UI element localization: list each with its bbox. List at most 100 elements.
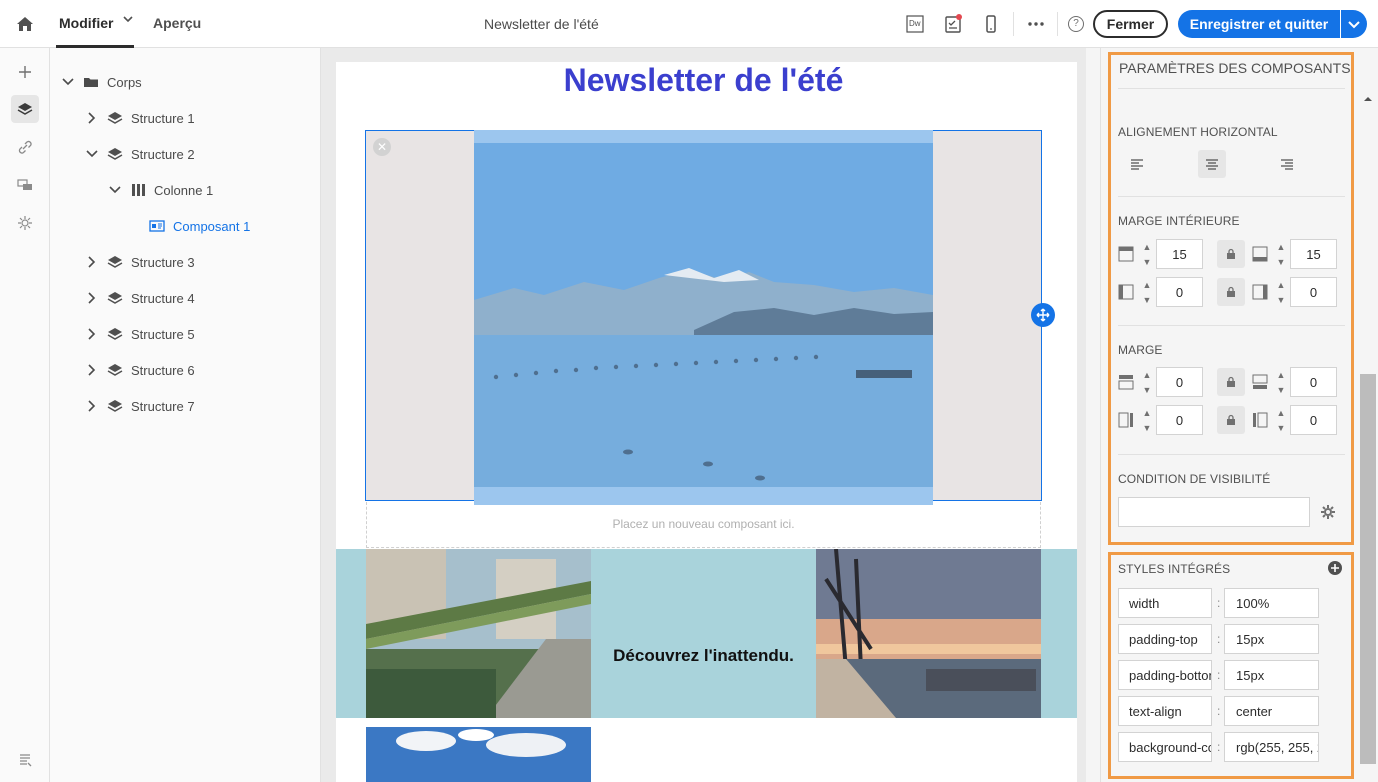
chevron-down-icon[interactable] — [85, 147, 99, 161]
mobile-preview-icon[interactable] — [980, 13, 1002, 35]
style-value-input[interactable] — [1224, 732, 1319, 762]
panel-scrollbar[interactable] — [1359, 48, 1377, 782]
home-icon[interactable] — [14, 13, 36, 35]
properties-panel: PARAMÈTRES DES COMPOSANTS ALIGNEMENT HOR… — [1100, 48, 1378, 782]
margin-right-stepper[interactable]: ▲ ▼ — [1272, 405, 1290, 435]
chevron-right-icon[interactable] — [85, 255, 99, 269]
style-key-input[interactable] — [1118, 732, 1212, 762]
tree-item-structure-1[interactable]: Structure 1 — [85, 108, 195, 128]
margin-left-stepper[interactable]: ▲ ▼ — [1138, 405, 1156, 435]
margin-right-input[interactable] — [1290, 405, 1337, 435]
lock-icon[interactable] — [1217, 278, 1245, 306]
padding-top-stepper[interactable]: ▲ ▼ — [1138, 239, 1156, 269]
style-key-input[interactable] — [1118, 660, 1212, 690]
chevron-down-icon[interactable] — [61, 75, 75, 89]
band-headline[interactable]: Découvrez l'inattendu. — [591, 549, 816, 718]
toolbar-divider — [1057, 12, 1058, 36]
chevron-right-icon[interactable] — [85, 363, 99, 377]
save-and-quit-button[interactable]: Enregistrer et quitter — [1178, 10, 1340, 38]
padding-left-input[interactable] — [1156, 277, 1203, 307]
margin-left-input[interactable] — [1156, 405, 1203, 435]
tree-item-component-1[interactable]: Composant 1 — [149, 216, 250, 236]
padding-left-icon — [1118, 284, 1134, 300]
style-key-input[interactable] — [1118, 624, 1212, 654]
add-icon[interactable] — [11, 58, 39, 86]
align-center-icon[interactable] — [1198, 150, 1226, 178]
left-rail — [0, 48, 50, 782]
margin-right-field: ▲ ▼ — [1252, 405, 1337, 435]
tree-item-column-1[interactable]: Colonne 1 — [108, 180, 213, 200]
margin-bottom-stepper[interactable]: ▲ ▼ — [1272, 367, 1290, 397]
tab-edit[interactable]: Modifier — [59, 15, 113, 31]
lock-icon[interactable] — [1217, 406, 1245, 434]
canal-sunset-image[interactable] — [816, 549, 1041, 718]
chevron-right-icon[interactable] — [85, 327, 99, 341]
dreamweaver-icon[interactable]: Dw — [904, 13, 926, 35]
padding-bottom-input[interactable] — [1290, 239, 1337, 269]
chevron-right-icon[interactable] — [85, 291, 99, 305]
tree-item-structure-7[interactable]: Structure 7 — [85, 396, 195, 416]
padding-bottom-stepper[interactable]: ▲ ▼ — [1272, 239, 1290, 269]
horizontal-alignment-label: ALIGNEMENT HORIZONTAL — [1118, 125, 1278, 139]
padding-right-icon — [1252, 284, 1268, 300]
style-value-input[interactable] — [1224, 624, 1319, 654]
padding-left-stepper[interactable]: ▲ ▼ — [1138, 277, 1156, 307]
padding-right-input[interactable] — [1290, 277, 1337, 307]
divider — [1118, 88, 1345, 89]
margin-bottom-input[interactable] — [1290, 367, 1337, 397]
tree-item-structure-4[interactable]: Structure 4 — [85, 288, 195, 308]
style-value-input[interactable] — [1224, 588, 1319, 618]
tree-item-structure-3[interactable]: Structure 3 — [85, 252, 195, 272]
layers-icon — [107, 112, 123, 124]
style-value-input[interactable] — [1224, 696, 1319, 726]
checklist-icon[interactable] — [942, 13, 964, 35]
add-style-icon[interactable] — [1327, 560, 1343, 576]
tree-item-structure-5[interactable]: Structure 5 — [85, 324, 195, 344]
fragments-icon[interactable] — [11, 171, 39, 199]
tree-root[interactable]: Corps — [61, 72, 142, 92]
tree-item-label: Structure 6 — [131, 362, 195, 378]
padding-top-field: ▲ ▼ — [1118, 239, 1203, 269]
scrollbar-thumb[interactable] — [1360, 374, 1376, 764]
selected-image-component[interactable]: ✕ — [365, 130, 1055, 505]
padding-right-stepper[interactable]: ▲ ▼ — [1272, 277, 1290, 307]
newsletter-title[interactable]: Newsletter de l'été — [336, 62, 1071, 99]
chevron-right-icon[interactable] — [85, 399, 99, 413]
visibility-condition-input[interactable] — [1118, 497, 1310, 527]
canal-bridge-image[interactable] — [366, 549, 591, 718]
link-icon[interactable] — [11, 133, 39, 161]
margin-top-stepper[interactable]: ▲ ▼ — [1138, 367, 1156, 397]
margin-top-field: ▲ ▼ — [1118, 367, 1203, 397]
style-key-input[interactable] — [1118, 588, 1212, 618]
lock-icon[interactable] — [1217, 368, 1245, 396]
component-dropzone[interactable]: Placez un nouveau composant ici. — [366, 502, 1041, 548]
chevron-right-icon[interactable] — [85, 111, 99, 125]
tree-item-structure-2[interactable]: Structure 2 — [85, 144, 195, 164]
chevron-down-icon[interactable] — [123, 13, 133, 27]
tree-item-structure-6[interactable]: Structure 6 — [85, 360, 195, 380]
padding-top-input[interactable] — [1156, 239, 1203, 269]
tab-preview[interactable]: Aperçu — [153, 15, 201, 31]
move-handle-icon[interactable] — [1031, 303, 1055, 327]
scroll-up-icon[interactable] — [1359, 92, 1377, 106]
remove-component-icon[interactable]: ✕ — [373, 138, 391, 156]
lake-mountain-image[interactable] — [474, 130, 933, 505]
sky-image[interactable] — [366, 727, 591, 782]
lock-icon[interactable] — [1217, 240, 1245, 268]
style-value-input[interactable] — [1224, 660, 1319, 690]
layers-icon[interactable] — [11, 95, 39, 123]
help-icon[interactable]: ? — [1068, 16, 1084, 32]
close-button[interactable]: Fermer — [1093, 10, 1168, 38]
tree-item-label: Structure 2 — [131, 146, 195, 162]
chevron-down-icon[interactable] — [108, 183, 122, 197]
align-left-icon[interactable] — [1123, 150, 1151, 178]
gear-icon[interactable] — [1319, 503, 1337, 521]
margin-top-input[interactable] — [1156, 367, 1203, 397]
align-right-icon[interactable] — [1273, 150, 1301, 178]
personalization-icon[interactable] — [11, 209, 39, 237]
margin-left-icon — [1118, 412, 1133, 428]
more-options-icon[interactable] — [1025, 13, 1047, 35]
save-options-dropdown[interactable] — [1341, 10, 1367, 38]
versions-icon[interactable] — [11, 746, 39, 774]
style-key-input[interactable] — [1118, 696, 1212, 726]
